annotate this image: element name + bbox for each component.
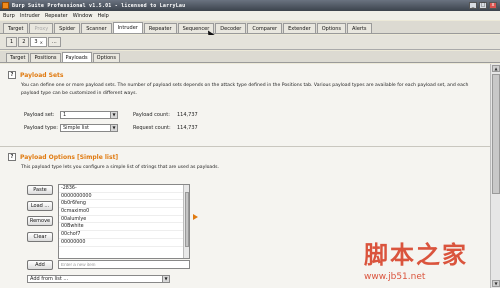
remove-button[interactable]: Remove <box>27 216 53 226</box>
tab-alerts[interactable]: Alerts <box>347 23 372 33</box>
list-scrollbar-thumb[interactable] <box>185 192 189 247</box>
payload-options-title: Payload Options [Simple list] <box>20 153 119 161</box>
tab-target[interactable]: Target <box>3 23 29 33</box>
list-item[interactable]: -2836- <box>59 185 189 193</box>
help-icon[interactable]: ? <box>8 153 16 161</box>
chevron-down-icon: ▼ <box>110 125 117 131</box>
scrollbar-thumb[interactable] <box>492 74 500 194</box>
payload-sets-title: Payload Sets <box>20 71 64 79</box>
add-from-list-value: Add from list ... <box>30 276 69 282</box>
list-item[interactable]: 00Bwhite <box>59 223 189 232</box>
section-divider <box>0 146 490 147</box>
maximize-button[interactable]: □ <box>479 2 487 9</box>
tab-spider[interactable]: Spider <box>54 23 81 33</box>
payload-type-label: Payload type: <box>24 125 58 131</box>
attack-tab-1[interactable]: 1 <box>6 37 18 47</box>
close-button[interactable]: x <box>489 2 497 9</box>
list-item[interactable]: 0000000000 <box>59 193 189 201</box>
list-item[interactable]: 00chof7 <box>59 231 189 239</box>
chevron-down-icon: ▼ <box>162 276 169 282</box>
tab-comparer[interactable]: Comparer <box>247 23 283 33</box>
payload-options-description: This payload type lets you configure a s… <box>21 165 220 170</box>
tab-decoder[interactable]: Decoder <box>215 23 247 33</box>
menu-repeater[interactable]: Repeater <box>45 13 68 19</box>
attack-tab-bar: 1 2 3 × ... <box>0 35 500 50</box>
help-icon[interactable]: ? <box>8 71 16 79</box>
menu-window[interactable]: Window <box>73 13 93 19</box>
intruder-subtab-bar: Target Positions Payloads Options <box>0 51 500 63</box>
tab-options[interactable]: Options <box>316 23 347 33</box>
scroll-up-icon[interactable]: ▲ <box>492 65 500 72</box>
payload-options-section: ? Payload Options [Simple list] This pay… <box>8 153 486 172</box>
attack-tab-new[interactable]: ... <box>47 37 61 47</box>
payload-sets-section: ? Payload Sets You can define one or mor… <box>8 71 486 98</box>
payload-set-select[interactable]: 1 ▼ <box>60 111 118 119</box>
payload-count-label: Payload count: <box>133 112 170 118</box>
payload-sets-description: You can define one or more payload sets.… <box>21 83 469 96</box>
menu-intruder[interactable]: Intruder <box>20 13 40 19</box>
list-item[interactable]: 0b0r6feng <box>59 200 189 209</box>
tab-proxy[interactable]: Proxy <box>29 23 54 33</box>
payload-type-select[interactable]: Simple list ▼ <box>60 124 118 132</box>
title-bar: Burp Suite Professional v1.5.01 - licens… <box>0 0 500 11</box>
subtab-positions[interactable]: Positions <box>30 53 61 62</box>
payload-options-header: ? Payload Options [Simple list] <box>8 153 486 161</box>
payload-type-row: Payload type: Simple list ▼ Request coun… <box>24 124 198 132</box>
add-button[interactable]: Add <box>27 260 53 270</box>
paste-button[interactable]: Paste <box>27 185 53 195</box>
tab-scanner[interactable]: Scanner <box>81 23 112 33</box>
tab-repeater[interactable]: Repeater <box>143 23 177 33</box>
subtab-payloads[interactable]: Payloads <box>61 52 92 62</box>
payload-count-value: 114,737 <box>177 112 198 118</box>
main-tab-bar: Target Proxy Spider Scanner Intruder Rep… <box>0 21 500 34</box>
attack-tab-3[interactable]: 3 × <box>30 37 47 47</box>
request-count-value: 114,737 <box>177 125 198 131</box>
chevron-down-icon: ▼ <box>110 112 117 118</box>
menu-burp[interactable]: Burp <box>3 13 15 19</box>
subtab-target[interactable]: Target <box>6 53 30 62</box>
menu-bar: Burp Intruder Repeater Window Help <box>0 11 500 20</box>
payload-list[interactable]: -2836- 0000000000 0b0r6feng 0cmaximo0 00… <box>58 184 190 259</box>
attack-tab-3-label: 3 <box>34 39 38 45</box>
watermark-url: www.jb51.net <box>364 272 426 282</box>
payload-set-label: Payload set: <box>24 112 55 118</box>
list-item[interactable]: 0cmaximo0 <box>59 208 189 216</box>
burp-app-icon <box>2 2 9 9</box>
list-item[interactable]: 00alumlye <box>59 216 189 224</box>
list-scrollbar[interactable] <box>183 185 189 258</box>
payload-set-value: 1 <box>63 112 67 118</box>
request-count-label: Request count: <box>133 125 171 131</box>
payload-set-row: Payload set: 1 ▼ Payload count: 114,737 <box>24 111 198 119</box>
window-title: Burp Suite Professional v1.5.01 - licens… <box>12 2 186 9</box>
list-item[interactable]: 00000000 <box>59 239 189 247</box>
clear-button[interactable]: Clear <box>27 232 53 242</box>
add-from-list-select[interactable]: Add from list ... ▼ <box>27 275 170 283</box>
payload-type-value: Simple list <box>63 125 90 131</box>
tab-extender[interactable]: Extender <box>283 23 316 33</box>
subtab-options[interactable]: Options <box>92 53 120 62</box>
attack-tab-close-icon[interactable]: × <box>40 40 43 45</box>
expand-arrow-icon[interactable] <box>193 214 198 220</box>
watermark-text: 脚本之家 <box>364 240 468 269</box>
load-button[interactable]: Load ... <box>27 201 53 211</box>
menu-help[interactable]: Help <box>97 13 108 19</box>
site-watermark: 脚本之家 www.jb51.net <box>364 235 494 285</box>
new-item-input[interactable] <box>58 260 190 269</box>
tab-intruder[interactable]: Intruder <box>112 22 143 33</box>
payload-sets-header: ? Payload Sets <box>8 71 486 79</box>
window-controls: _ □ x <box>469 2 497 9</box>
attack-tab-2[interactable]: 2 <box>18 37 30 47</box>
minimize-button[interactable]: _ <box>469 2 477 9</box>
